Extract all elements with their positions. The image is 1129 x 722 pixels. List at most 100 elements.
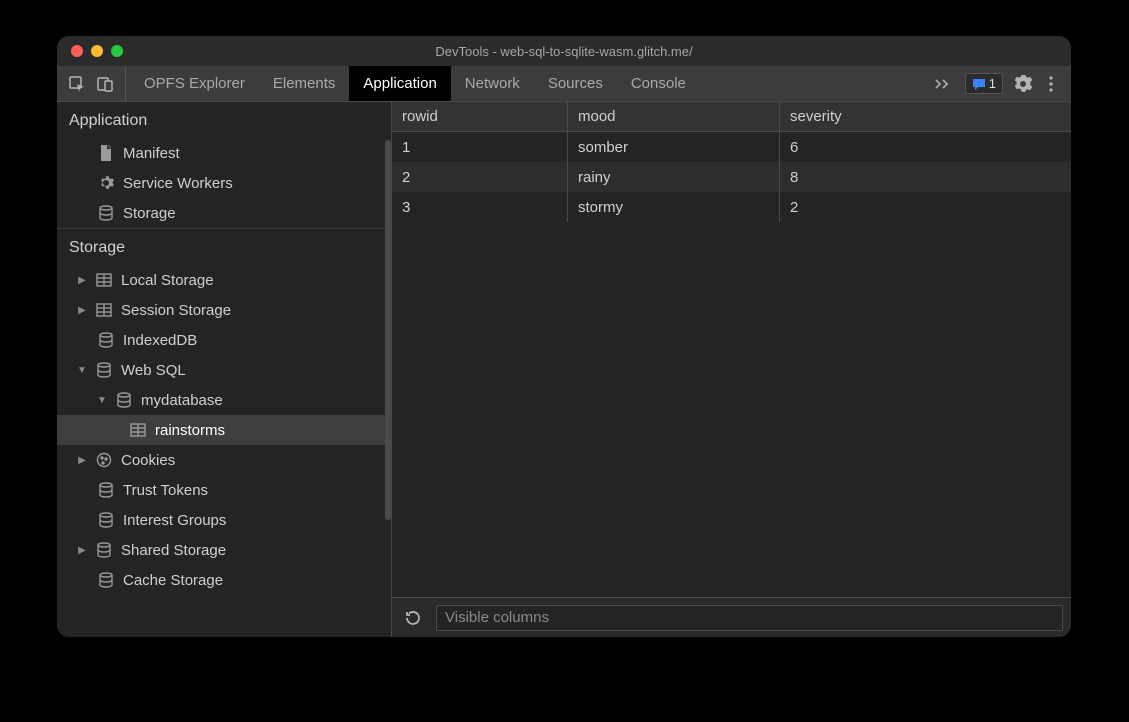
sidebar-item-rainstorms[interactable]: rainstorms: [57, 415, 391, 445]
tab-opfs-explorer[interactable]: OPFS Explorer: [130, 66, 259, 101]
cookie-icon: [95, 451, 113, 469]
cell-mood: somber: [568, 132, 780, 162]
database-icon: [97, 481, 115, 499]
column-header-mood[interactable]: mood: [568, 102, 780, 131]
database-icon: [97, 331, 115, 349]
table-icon: [95, 301, 113, 319]
kebab-menu-icon[interactable]: [1037, 66, 1065, 102]
cell-rowid: 1: [392, 132, 568, 162]
chevron-right-icon: ▶: [77, 305, 87, 316]
sidebar-item-label: Session Storage: [121, 302, 231, 319]
table-footer: [392, 597, 1071, 637]
sidebar-item-label: Web SQL: [121, 362, 186, 379]
sidebar-item-mydatabase[interactable]: ▼ mydatabase: [57, 385, 391, 415]
table-panel: rowid mood severity 1 somber 6 2 rainy 8: [392, 102, 1071, 637]
data-table: rowid mood severity 1 somber 6 2 rainy 8: [392, 102, 1071, 597]
table-icon: [129, 421, 147, 439]
sidebar-item-service-workers[interactable]: ▶ Service Workers: [57, 168, 391, 198]
sidebar-item-label: mydatabase: [141, 392, 223, 409]
sidebar-item-label: Interest Groups: [123, 512, 226, 529]
sidebar-item-label: Trust Tokens: [123, 482, 208, 499]
section-header-storage: Storage: [57, 228, 391, 265]
message-icon: [972, 77, 986, 91]
database-icon: [115, 391, 133, 409]
maximize-window-button[interactable]: [111, 45, 123, 57]
table-icon: [95, 271, 113, 289]
sidebar-item-storage[interactable]: ▶ Storage: [57, 198, 391, 228]
column-header-severity[interactable]: severity: [780, 102, 1071, 131]
database-icon: [97, 511, 115, 529]
chevron-right-icon: ▶: [77, 545, 87, 556]
tab-network[interactable]: Network: [451, 66, 534, 101]
more-tabs-button[interactable]: [925, 66, 959, 101]
titlebar: DevTools - web-sql-to-sqlite-wasm.glitch…: [57, 36, 1071, 66]
sidebar-item-label: Service Workers: [123, 175, 233, 192]
device-toggle-icon[interactable]: [91, 66, 119, 102]
toolbar-right: 1: [925, 66, 1071, 101]
sidebar-item-shared-storage[interactable]: ▶ Shared Storage: [57, 535, 391, 565]
cell-severity: 2: [780, 192, 1071, 222]
close-window-button[interactable]: [71, 45, 83, 57]
sidebar-item-label: IndexedDB: [123, 332, 197, 349]
table-header-row: rowid mood severity: [392, 102, 1071, 132]
sidebar-item-label: Local Storage: [121, 272, 214, 289]
issues-badge[interactable]: 1: [965, 73, 1003, 94]
sidebar-item-cache-storage[interactable]: ▶ Cache Storage: [57, 565, 391, 595]
main-area: Application ▶ Manifest ▶ Service Workers: [57, 102, 1071, 637]
table-body: 1 somber 6 2 rainy 8 3 stormy 2: [392, 132, 1071, 597]
sidebar-item-session-storage[interactable]: ▶ Session Storage: [57, 295, 391, 325]
column-header-rowid[interactable]: rowid: [392, 102, 568, 131]
database-icon: [97, 571, 115, 589]
database-icon: [95, 541, 113, 559]
document-icon: [97, 144, 115, 162]
sidebar-item-label: Storage: [123, 205, 176, 222]
cell-mood: rainy: [568, 162, 780, 192]
sidebar-item-cookies[interactable]: ▶ Cookies: [57, 445, 391, 475]
sidebar-item-indexeddb[interactable]: ▶ IndexedDB: [57, 325, 391, 355]
cell-rowid: 2: [392, 162, 568, 192]
gear-icon: [97, 174, 115, 192]
tab-sources[interactable]: Sources: [534, 66, 617, 101]
window-controls: [57, 45, 123, 57]
refresh-icon: [404, 609, 422, 627]
visible-columns-input[interactable]: [436, 605, 1063, 631]
settings-icon[interactable]: [1009, 66, 1037, 102]
chevron-down-icon: ▼: [77, 365, 87, 376]
chevron-down-icon: ▼: [97, 395, 107, 406]
panel-tabs: OPFS Explorer Elements Application Netwo…: [130, 66, 700, 101]
table-row[interactable]: 2 rainy 8: [392, 162, 1071, 192]
section-header-application: Application: [57, 102, 391, 138]
database-icon: [97, 204, 115, 222]
table-row[interactable]: 1 somber 6: [392, 132, 1071, 162]
tab-application[interactable]: Application: [349, 66, 450, 101]
application-sidebar: Application ▶ Manifest ▶ Service Workers: [57, 102, 392, 637]
issues-count: 1: [989, 76, 996, 91]
toolbar-left: [57, 66, 126, 101]
cell-mood: stormy: [568, 192, 780, 222]
sidebar-item-web-sql[interactable]: ▼ Web SQL: [57, 355, 391, 385]
tab-console[interactable]: Console: [617, 66, 700, 101]
tab-elements[interactable]: Elements: [259, 66, 350, 101]
window-title: DevTools - web-sql-to-sqlite-wasm.glitch…: [57, 44, 1071, 59]
chevron-right-icon: ▶: [77, 275, 87, 286]
chevron-right-icon: ▶: [77, 455, 87, 466]
sidebar-item-interest-groups[interactable]: ▶ Interest Groups: [57, 505, 391, 535]
refresh-button[interactable]: [400, 605, 426, 631]
sidebar-item-manifest[interactable]: ▶ Manifest: [57, 138, 391, 168]
sidebar-item-label: Cache Storage: [123, 572, 223, 589]
inspect-element-icon[interactable]: [63, 66, 91, 102]
devtools-window: DevTools - web-sql-to-sqlite-wasm.glitch…: [57, 36, 1071, 637]
sidebar-item-label: Shared Storage: [121, 542, 226, 559]
sidebar-item-trust-tokens[interactable]: ▶ Trust Tokens: [57, 475, 391, 505]
cell-rowid: 3: [392, 192, 568, 222]
sidebar-item-local-storage[interactable]: ▶ Local Storage: [57, 265, 391, 295]
sidebar-item-label: Manifest: [123, 145, 180, 162]
sidebar-item-label: Cookies: [121, 452, 175, 469]
database-icon: [95, 361, 113, 379]
cell-severity: 6: [780, 132, 1071, 162]
minimize-window-button[interactable]: [91, 45, 103, 57]
cell-severity: 8: [780, 162, 1071, 192]
table-row[interactable]: 3 stormy 2: [392, 192, 1071, 222]
sidebar-item-label: rainstorms: [155, 422, 225, 439]
scrollbar[interactable]: [385, 140, 391, 520]
